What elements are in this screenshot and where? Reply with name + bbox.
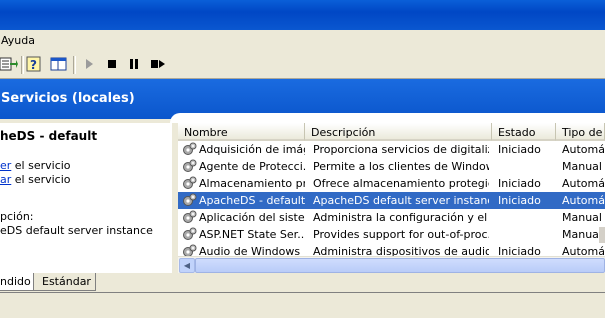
service-gear-icon bbox=[182, 227, 197, 242]
column-header-estado[interactable]: Estado bbox=[492, 123, 556, 141]
menu-bar: Ayuda bbox=[0, 30, 605, 53]
cell-description: Permite a los clientes de Windows... bbox=[313, 160, 489, 173]
cell-description: Proporciona servicios de digitaliza... bbox=[313, 143, 489, 156]
table-row[interactable]: Agente de Protecci... Permite a los clien… bbox=[178, 158, 605, 175]
tab-extended[interactable]: ndido bbox=[0, 273, 34, 291]
cell-type: Automátic bbox=[562, 177, 605, 190]
service-gear-icon bbox=[182, 193, 197, 208]
service-detail-pane: heDS - default er el servicio ar el serv… bbox=[0, 123, 172, 273]
service-gear-icon bbox=[182, 210, 197, 225]
stop-service-link: er el servicio bbox=[0, 159, 71, 172]
cell-state: Iniciado bbox=[498, 194, 541, 207]
scroll-left-icon[interactable]: ◀ bbox=[179, 258, 195, 273]
view-tabs: ndido Estándar bbox=[0, 273, 605, 318]
table-row[interactable]: Almacenamiento pr... Ofrece almacenamient… bbox=[178, 175, 605, 192]
menu-ayuda[interactable]: Ayuda bbox=[1, 34, 35, 47]
stop-service-link-text[interactable]: er bbox=[0, 159, 11, 172]
cell-type: Automátic bbox=[562, 143, 605, 156]
description-text: eDS default server instance bbox=[0, 224, 153, 237]
table-row[interactable]: ASP.NET State Ser... Provides support for… bbox=[178, 226, 605, 243]
tab-standard[interactable]: Estándar bbox=[34, 273, 96, 291]
restart-service-icon[interactable] bbox=[148, 55, 166, 73]
table-row[interactable]: Aplicación del siste... Administra la con… bbox=[178, 209, 605, 226]
page-title: Servicios (locales) bbox=[1, 91, 135, 106]
stop-service-icon[interactable] bbox=[103, 55, 121, 73]
column-header-tipo[interactable]: Tipo de i bbox=[556, 123, 605, 141]
service-gear-icon bbox=[182, 142, 197, 157]
cell-type: Automátic bbox=[562, 194, 605, 207]
cell-name: Almacenamiento pr... bbox=[199, 177, 305, 190]
cell-name: Adquisición de imág... bbox=[199, 143, 305, 156]
properties-pane-icon[interactable] bbox=[50, 55, 68, 73]
cell-state: Iniciado bbox=[498, 143, 541, 156]
service-gear-icon bbox=[182, 159, 197, 174]
horizontal-scrollbar[interactable]: ◀ bbox=[178, 256, 605, 273]
start-service-icon[interactable] bbox=[80, 55, 98, 73]
cell-name: ASP.NET State Ser... bbox=[199, 228, 305, 241]
pause-service-icon[interactable] bbox=[125, 55, 143, 73]
column-header-descripcion[interactable]: Descripción bbox=[305, 123, 492, 141]
column-header-nombre[interactable]: Nombre bbox=[178, 123, 305, 141]
toolbar: ? bbox=[0, 52, 605, 79]
cell-description: ApacheDS default server instance bbox=[313, 194, 489, 207]
description-label: pción: bbox=[0, 210, 34, 223]
table-row[interactable]: Adquisición de imág... Proporciona servic… bbox=[178, 141, 605, 158]
cell-state: Iniciado bbox=[498, 177, 541, 190]
cell-type: Manual bbox=[562, 211, 602, 224]
svg-text:?: ? bbox=[30, 58, 37, 72]
window-titlebar bbox=[0, 0, 605, 30]
cell-name: ApacheDS - default bbox=[199, 194, 305, 207]
export-list-icon[interactable] bbox=[0, 55, 18, 73]
cell-description: Provides support for out-of-proc... bbox=[313, 228, 489, 241]
cell-description: Ofrece almacenamiento protegid... bbox=[313, 177, 489, 190]
cell-description: Administra la configuración y el s... bbox=[313, 211, 489, 224]
cell-name: Agente de Protecci... bbox=[199, 160, 305, 173]
help-icon[interactable]: ? bbox=[26, 55, 44, 73]
services-header-band: Servicios (locales) bbox=[0, 79, 605, 123]
table-row[interactable]: ApacheDS - default ApacheDS default serve… bbox=[178, 192, 605, 209]
restart-service-link-text[interactable]: ar bbox=[0, 173, 11, 186]
restart-service-link: ar el servicio bbox=[0, 173, 71, 186]
cell-name: Aplicación del siste... bbox=[199, 211, 305, 224]
cell-type: Manual bbox=[562, 160, 602, 173]
service-gear-icon bbox=[182, 176, 197, 191]
selected-service-title: heDS - default bbox=[0, 129, 98, 143]
scrollbar-thumb[interactable] bbox=[195, 258, 605, 273]
